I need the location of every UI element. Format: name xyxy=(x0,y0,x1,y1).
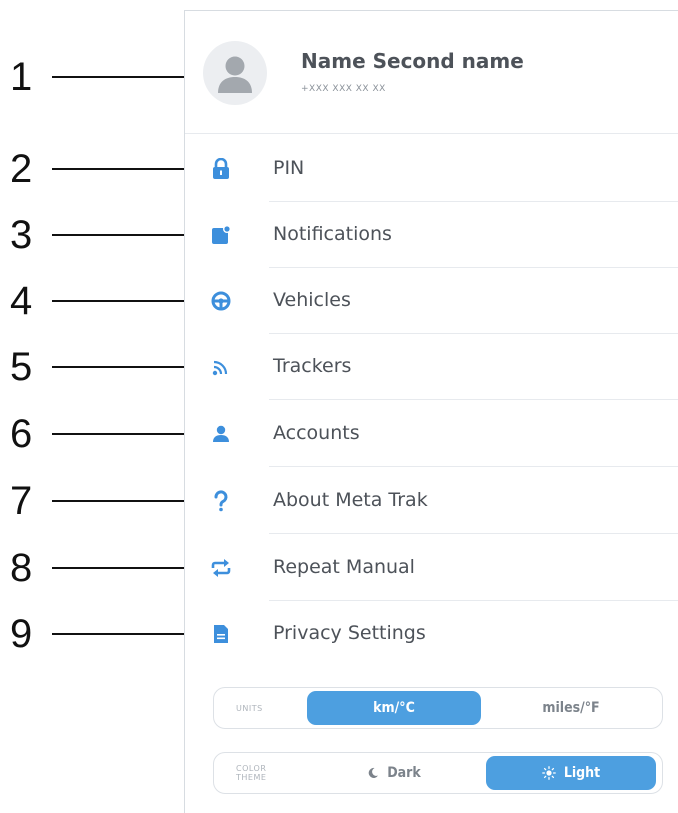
units-caption: UNITS xyxy=(236,703,263,713)
callout-line xyxy=(52,362,197,372)
menu-item-privacy-settings[interactable]: Privacy Settings xyxy=(185,601,678,667)
divider xyxy=(269,466,678,467)
repeat-icon xyxy=(207,554,235,582)
avatar[interactable] xyxy=(203,41,267,105)
menu-item-label: Privacy Settings xyxy=(273,622,426,644)
menu-item-label: Trackers xyxy=(273,355,352,377)
callout-number: 6 xyxy=(10,412,33,456)
user-avatar-icon xyxy=(218,56,252,93)
steering-wheel-icon xyxy=(207,287,235,315)
callout-line xyxy=(52,72,197,82)
menu-item-about[interactable]: About Meta Trak xyxy=(185,468,678,534)
callout-number: 9 xyxy=(10,612,33,656)
callout-number: 8 xyxy=(10,546,33,590)
callout-line xyxy=(52,164,197,174)
menu-item-label: Vehicles xyxy=(273,289,351,311)
callout-number: 2 xyxy=(10,147,33,191)
menu-item-label: About Meta Trak xyxy=(273,489,428,511)
menu-item-trackers[interactable]: Trackers xyxy=(185,334,678,400)
question-icon xyxy=(207,487,235,515)
lock-icon xyxy=(207,155,235,183)
units-option-metric[interactable]: km/°C xyxy=(307,691,481,725)
callout-number: 1 xyxy=(10,55,33,99)
divider xyxy=(185,133,678,134)
settings-panel: Name Second name +XXX XXX XX XX PIN Noti… xyxy=(184,10,678,813)
menu-item-label: PIN xyxy=(273,157,305,179)
sun-icon xyxy=(541,766,556,780)
theme-option-dark[interactable]: Dark xyxy=(307,756,481,790)
profile-name: Name Second name xyxy=(301,49,524,73)
menu-item-vehicles[interactable]: Vehicles xyxy=(185,268,678,334)
callout-number: 5 xyxy=(10,345,33,389)
callout-number: 3 xyxy=(10,213,33,257)
menu-item-notifications[interactable]: Notifications xyxy=(185,202,678,268)
moon-icon xyxy=(367,767,379,779)
callout-line xyxy=(52,629,197,639)
theme-option-light[interactable]: Light xyxy=(486,756,656,790)
menu-item-pin[interactable]: PIN xyxy=(185,136,678,202)
units-option-label: km/°C xyxy=(373,700,415,716)
caption-line: COLOR xyxy=(236,764,267,773)
units-option-label: miles/°F xyxy=(542,700,600,716)
signal-icon xyxy=(207,353,235,381)
caption-line: THEME xyxy=(236,773,267,782)
color-theme-toggle: COLOR THEME Dark Light xyxy=(213,752,663,794)
units-option-imperial[interactable]: miles/°F xyxy=(486,691,656,725)
menu-item-label: Notifications xyxy=(273,223,392,245)
callout-line xyxy=(52,429,197,439)
menu-item-label: Repeat Manual xyxy=(273,556,415,578)
divider xyxy=(269,533,678,534)
user-icon xyxy=(207,420,235,448)
divider xyxy=(269,399,678,400)
color-theme-caption: COLOR THEME xyxy=(236,753,306,793)
callout-number: 4 xyxy=(10,279,33,323)
theme-option-label: Dark xyxy=(387,765,421,781)
menu-item-repeat-manual[interactable]: Repeat Manual xyxy=(185,535,678,601)
notification-icon xyxy=(207,221,235,249)
theme-option-label: Light xyxy=(563,765,601,781)
units-toggle: UNITS km/°C miles/°F xyxy=(213,687,663,729)
callout-line xyxy=(52,230,197,240)
menu-item-label: Accounts xyxy=(273,422,360,444)
document-icon xyxy=(207,620,235,648)
callout-line xyxy=(52,563,197,573)
callout-line xyxy=(52,496,197,506)
profile-phone: +XXX XXX XX XX xyxy=(301,84,386,94)
menu-item-accounts[interactable]: Accounts xyxy=(185,401,678,467)
callout-line xyxy=(52,296,197,306)
callout-number: 7 xyxy=(10,479,33,523)
